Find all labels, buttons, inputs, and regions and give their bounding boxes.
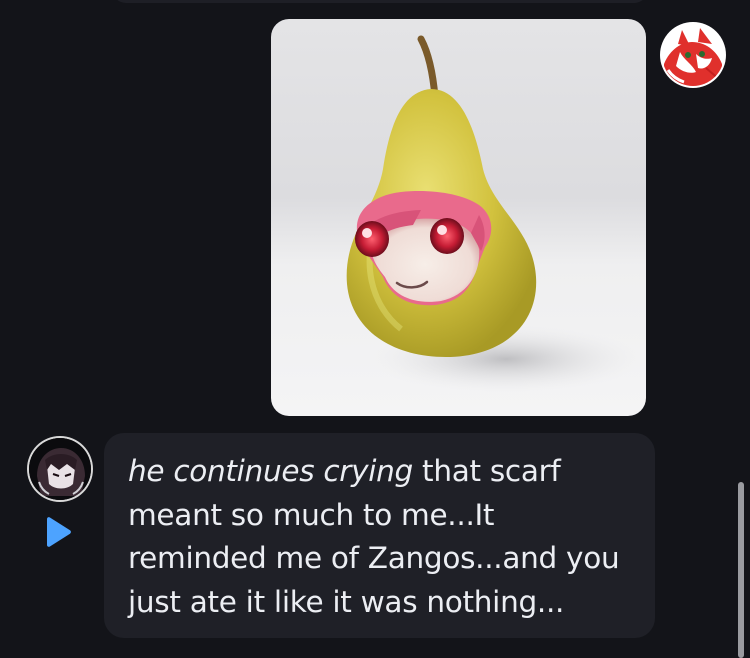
previous-message-bubble — [112, 0, 648, 3]
avatar-right[interactable] — [662, 24, 724, 86]
red-fox-avatar-icon — [662, 24, 724, 86]
attached-image[interactable] — [271, 19, 646, 416]
pear-character-image — [346, 35, 641, 393]
avatar-left[interactable] — [29, 438, 91, 500]
message-italic-action: he continues crying — [128, 454, 413, 488]
scrollbar-thumb[interactable] — [738, 482, 744, 658]
dark-haired-character-avatar-icon — [29, 438, 91, 500]
play-icon[interactable] — [43, 516, 73, 548]
message-text: he continues crying that scarf meant so … — [128, 450, 638, 624]
